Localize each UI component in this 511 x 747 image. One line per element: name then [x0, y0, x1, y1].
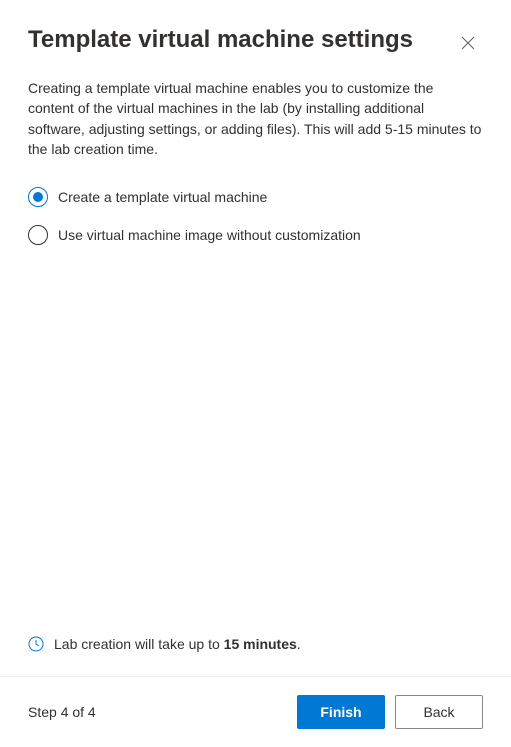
- info-row: Lab creation will take up to 15 minutes.: [0, 636, 511, 676]
- clock-icon: [28, 636, 44, 652]
- option-label: Create a template virtual machine: [58, 189, 267, 205]
- options-group: Create a template virtual machine Use vi…: [0, 159, 511, 245]
- close-icon: [461, 36, 475, 50]
- info-duration: 15 minutes: [224, 636, 297, 652]
- option-label: Use virtual machine image without custom…: [58, 227, 361, 243]
- info-prefix: Lab creation will take up to: [54, 636, 224, 652]
- dialog-footer: Step 4 of 4 Finish Back: [0, 676, 511, 747]
- footer-buttons: Finish Back: [297, 695, 483, 729]
- info-suffix: .: [297, 636, 301, 652]
- close-button[interactable]: [453, 28, 483, 58]
- dialog-description: Creating a template virtual machine enab…: [0, 58, 511, 159]
- back-button[interactable]: Back: [395, 695, 483, 729]
- radio-icon: [28, 225, 48, 245]
- step-indicator: Step 4 of 4: [28, 704, 96, 720]
- radio-inner-icon: [33, 192, 43, 202]
- radio-icon: [28, 187, 48, 207]
- option-no-customization[interactable]: Use virtual machine image without custom…: [28, 225, 483, 245]
- dialog-title: Template virtual machine settings: [28, 24, 413, 55]
- info-text: Lab creation will take up to 15 minutes.: [54, 636, 301, 652]
- spacer: [0, 245, 511, 636]
- finish-button[interactable]: Finish: [297, 695, 385, 729]
- dialog-header: Template virtual machine settings: [0, 0, 511, 58]
- option-create-template[interactable]: Create a template virtual machine: [28, 187, 483, 207]
